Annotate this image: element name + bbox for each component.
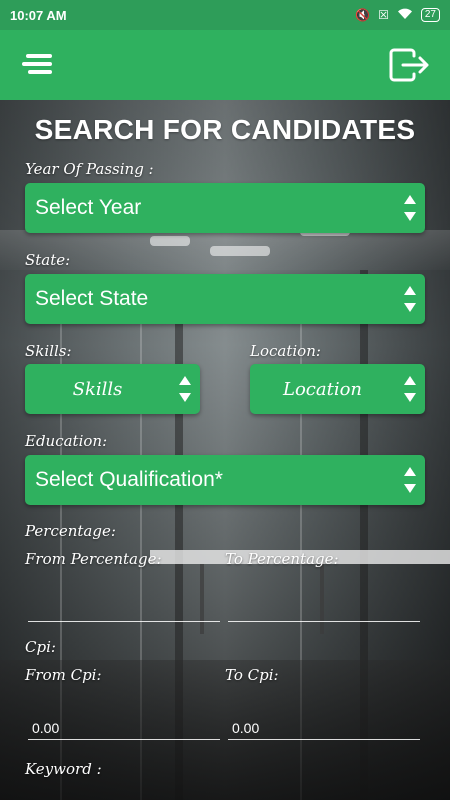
wifi-icon [397,8,413,23]
to-percentage-input[interactable] [228,594,420,622]
percentage-label: Percentage: [25,522,116,540]
battery-icon: 27 [420,8,440,22]
to-percentage-label: To Percentage: [225,550,339,568]
to-cpi-label: To Cpi: [225,666,279,684]
battery-level: 27 [424,9,436,20]
education-label: Education: [25,432,108,450]
spinner-arrows-icon [404,195,416,221]
from-percentage-label: From Percentage: [25,550,162,568]
location-label: Location: [250,342,321,360]
no-sim-icon: ☒ [378,8,389,22]
from-percentage-input[interactable] [28,594,220,622]
spinner-arrows-icon [404,286,416,312]
qualification-select[interactable]: Select Qualification* [25,455,425,505]
skills-label: Skills: [25,342,72,360]
menu-icon[interactable] [20,54,52,76]
keyword-label: Keyword : [25,760,102,778]
status-time: 10:07 AM [10,7,67,23]
spinner-arrows-icon [404,376,416,402]
state-select[interactable]: Select State [25,274,425,324]
state-label: State: [25,251,71,269]
year-select[interactable]: Select Year [25,183,425,233]
spinner-arrows-icon [404,467,416,493]
page-title: SEARCH FOR CANDIDATES [34,114,416,145]
qualification-select-value: Select Qualification* [35,468,223,491]
location-select[interactable]: Location [250,364,425,414]
year-select-value: Select Year [35,196,142,219]
year-of-passing-label: Year Of Passing : [25,160,154,178]
logout-icon[interactable] [388,48,432,82]
state-select-value: Select State [35,287,149,310]
status-bar: 10:07 AM 🔇 ☒ 27 [0,0,450,30]
skills-select-value: Skills [72,378,123,400]
cpi-label: Cpi: [25,638,56,656]
spinner-arrows-icon [179,376,191,402]
to-cpi-input[interactable]: 0.00 [228,712,420,740]
skills-select[interactable]: Skills [25,364,200,414]
mute-icon: 🔇 [355,8,371,22]
app-bar [0,30,450,100]
location-select-value: Location [282,378,363,400]
from-cpi-label: From Cpi: [25,666,102,684]
from-cpi-input[interactable]: 0.00 [28,712,220,740]
